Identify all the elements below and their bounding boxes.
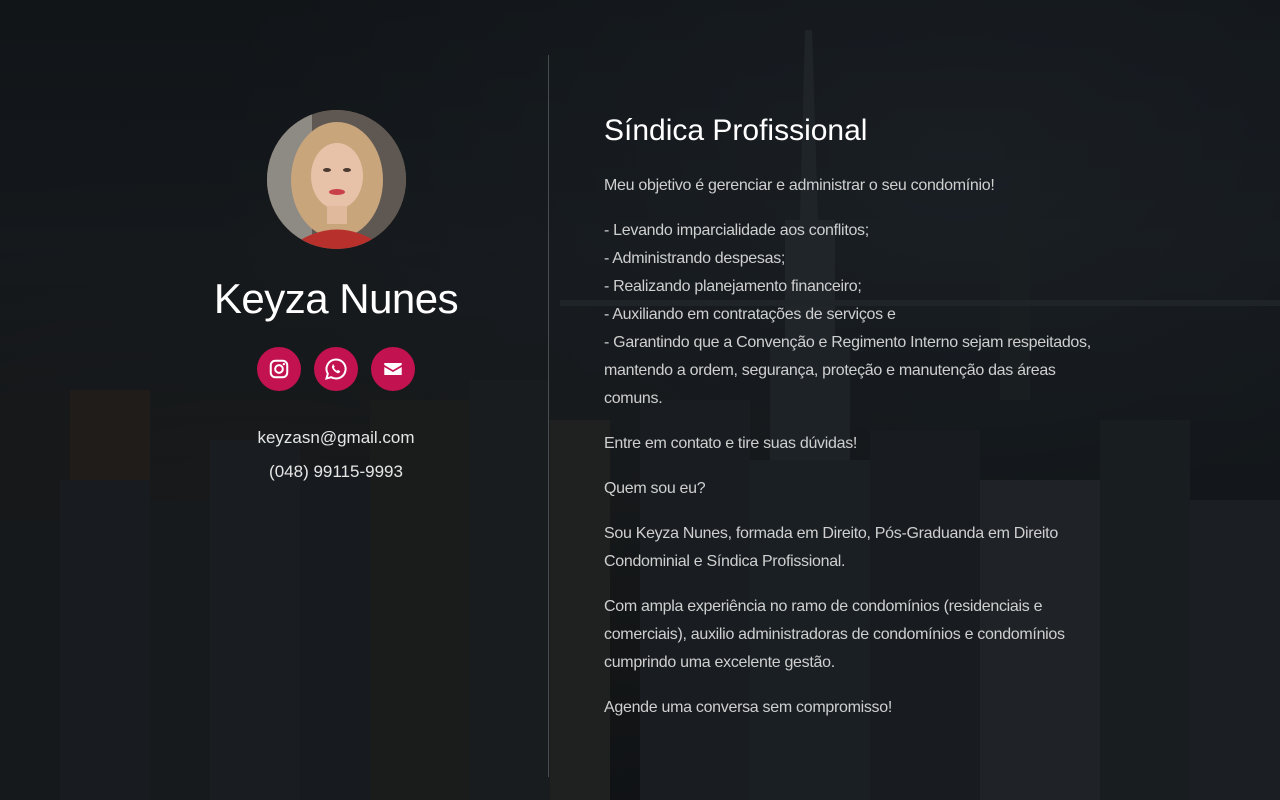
list-item: - Auxiliando em contratações de serviços… bbox=[604, 306, 896, 323]
profile-name: Keyza Nunes bbox=[213, 275, 459, 322]
contact-cta-text: Entre em contato e tire suas dúvidas! bbox=[604, 435, 858, 452]
social-links bbox=[176, 347, 496, 391]
phone-text[interactable]: (048) 99115-9993 bbox=[176, 455, 496, 489]
who-heading: Quem sou eu? bbox=[604, 480, 706, 497]
envelope-icon bbox=[384, 363, 402, 375]
services-list: - Levando imparcialidade aos conflitos; … bbox=[604, 217, 1094, 413]
bio-content: Síndica Profissional Meu objetivo é gere… bbox=[604, 112, 1094, 739]
profile-card: Keyza Nunes keyzasn@gmail.com (048) 9911… bbox=[176, 110, 496, 489]
list-item: - Administrando despesas; bbox=[604, 250, 786, 267]
closing-text: Agende uma conversa sem compromisso! bbox=[604, 699, 892, 716]
contact-info: keyzasn@gmail.com (048) 99115-9993 bbox=[176, 421, 496, 489]
objective-text: Meu objetivo é gerenciar e administrar o… bbox=[604, 177, 995, 194]
experience-text: Com ampla experiência no ramo de condomí… bbox=[604, 598, 1065, 671]
list-item: - Garantindo que a Convenção e Regimento… bbox=[604, 334, 1091, 407]
email-text[interactable]: keyzasn@gmail.com bbox=[176, 421, 496, 455]
whatsapp-icon bbox=[325, 358, 347, 380]
list-item: - Realizando planejamento financeiro; bbox=[604, 278, 862, 295]
vertical-divider bbox=[548, 55, 549, 777]
list-item: - Levando imparcialidade aos conflitos; bbox=[604, 222, 869, 239]
avatar bbox=[266, 110, 406, 249]
instagram-icon bbox=[269, 359, 289, 379]
about-text: Sou Keyza Nunes, formada em Direito, Pós… bbox=[604, 525, 1058, 570]
whatsapp-button[interactable] bbox=[314, 347, 358, 391]
email-button[interactable] bbox=[371, 347, 415, 391]
instagram-button[interactable] bbox=[257, 347, 301, 391]
page-title: Síndica Profissional bbox=[604, 114, 868, 147]
